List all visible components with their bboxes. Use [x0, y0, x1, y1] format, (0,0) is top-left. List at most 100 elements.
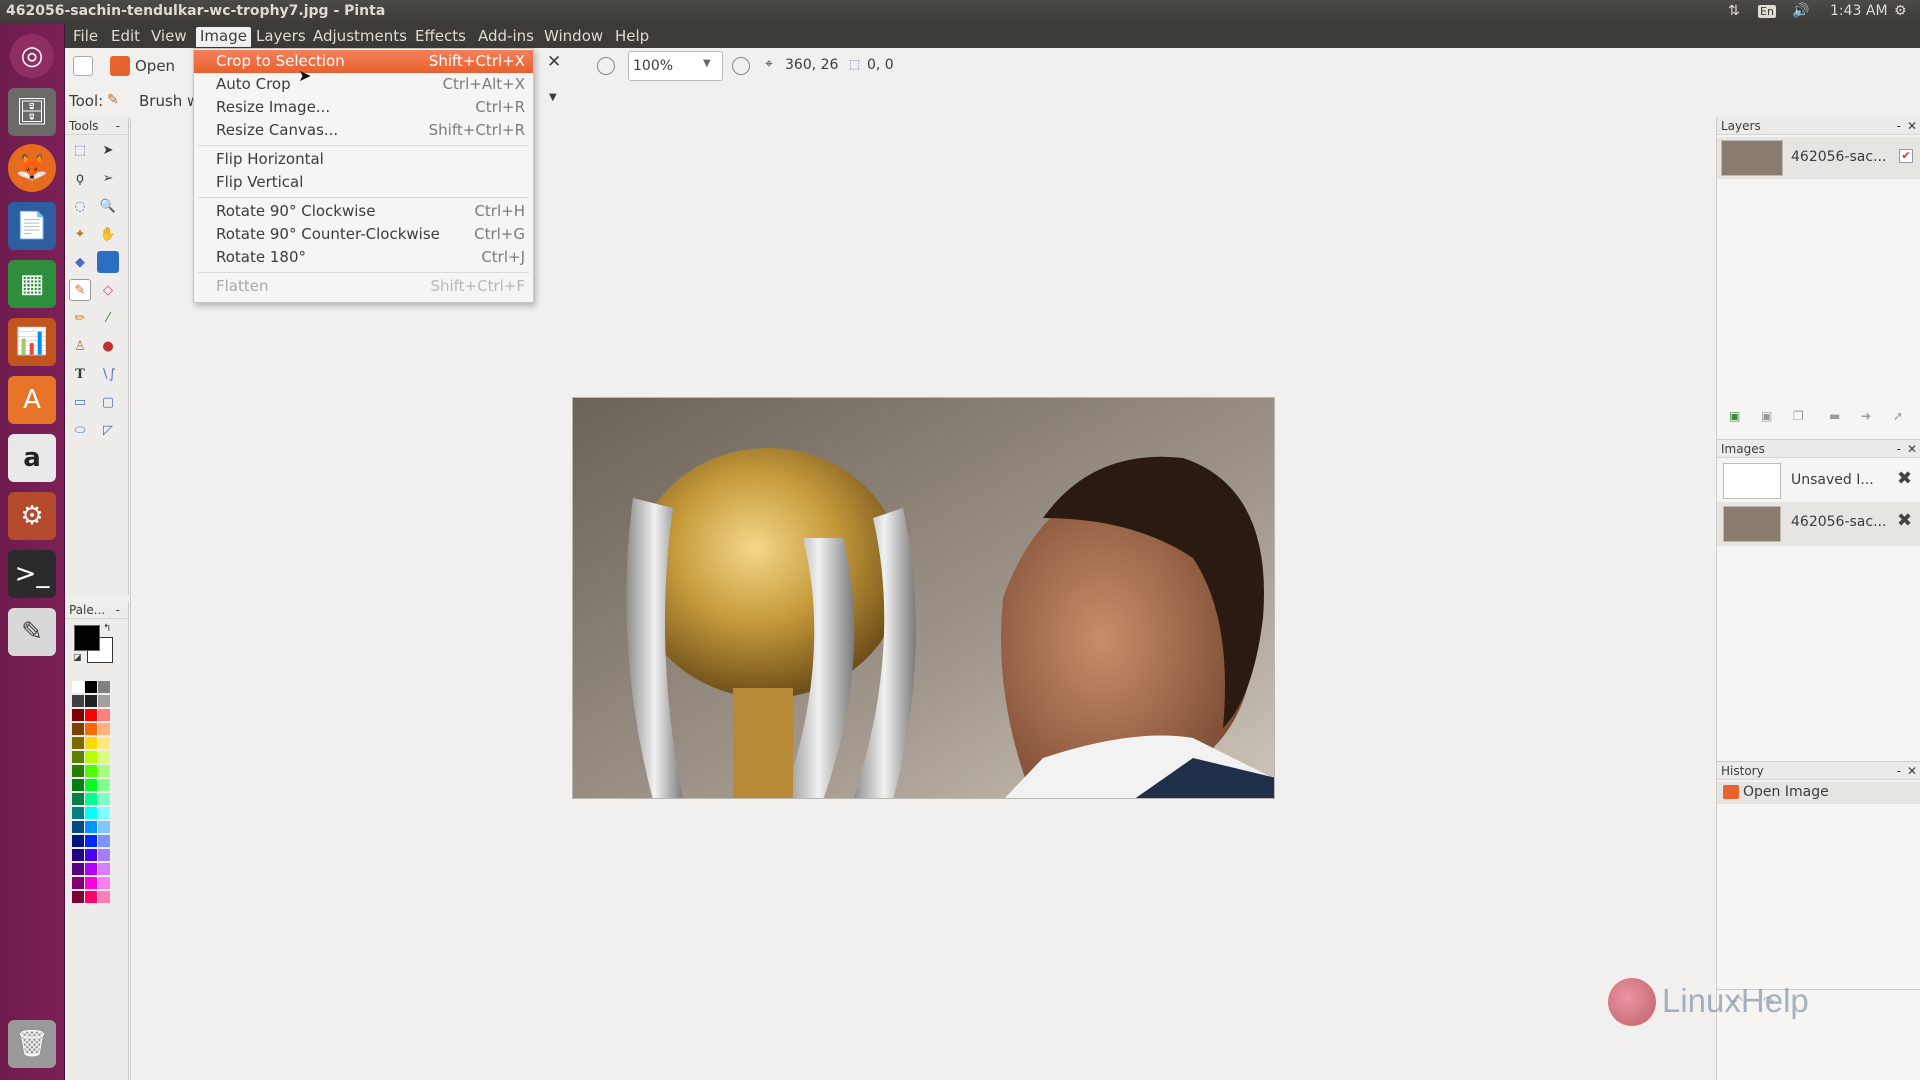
volume-icon[interactable]: 🔊 [1792, 3, 1809, 19]
palette-swatch[interactable] [98, 891, 110, 903]
color-picker-icon[interactable]: ⁄ [97, 307, 119, 329]
duplicate-layer-icon[interactable]: ❐ [1793, 409, 1804, 423]
paint-bucket-icon[interactable]: ◆ [69, 251, 91, 273]
palette-swatch[interactable] [85, 737, 97, 749]
palette-swatch[interactable] [85, 709, 97, 721]
palette-swatch[interactable] [72, 765, 84, 777]
open-icon[interactable] [110, 56, 130, 76]
lasso-select-icon[interactable]: ϙ [69, 167, 91, 189]
image-tab-row[interactable]: 462056-sac... ✖ [1717, 502, 1920, 546]
menu-view[interactable]: View [147, 27, 191, 47]
rectangle-icon[interactable]: ▭ [69, 391, 91, 413]
palette-swatch[interactable] [98, 765, 110, 777]
palette-swatch[interactable] [72, 835, 84, 847]
menu-layers[interactable]: Layers [252, 27, 310, 47]
ubuntu-dash-icon[interactable]: ◎ [10, 34, 54, 78]
new-image-icon[interactable] [73, 56, 93, 76]
line-curve-icon[interactable]: ∖∫ [97, 363, 119, 385]
panel-close-icon[interactable]: ✕ [1907, 440, 1917, 458]
palette-swatch[interactable] [85, 835, 97, 847]
panel-minimize-icon[interactable]: - [1897, 762, 1901, 780]
history-item[interactable]: Open Image [1717, 782, 1920, 804]
menu-item-flatten[interactable]: Flatten Shift+Ctrl+F [194, 275, 533, 298]
magic-wand-icon[interactable]: ✦ [69, 223, 91, 245]
network-icon[interactable]: ⇅ [1728, 3, 1740, 19]
palette-swatch[interactable] [85, 863, 97, 875]
close-image-icon[interactable]: ✖ [1897, 510, 1912, 531]
zoom-in-icon[interactable] [732, 57, 750, 75]
dock-minimize-icon[interactable]: - [116, 601, 120, 619]
deselect-icon[interactable]: ✕ [547, 52, 561, 72]
menu-item-crop-to-selection[interactable]: Crop to Selection Shift+Ctrl+X [194, 50, 533, 73]
menu-window[interactable]: Window [540, 27, 607, 47]
clock[interactable]: 1:43 AM [1830, 3, 1888, 19]
calc-icon[interactable]: ▦ [8, 260, 56, 308]
palette-swatch[interactable] [72, 821, 84, 833]
palette-swatch[interactable] [98, 807, 110, 819]
menu-item-rotate-180[interactable]: Rotate 180° Ctrl+J [194, 246, 533, 269]
palette-swatch[interactable] [85, 821, 97, 833]
delete-layer-icon[interactable]: ▣ [1761, 409, 1772, 423]
ellipse-select-icon[interactable]: ◌ [69, 195, 91, 217]
palette-swatch[interactable] [98, 695, 110, 707]
palette-swatch[interactable] [85, 723, 97, 735]
gradient-icon[interactable] [97, 251, 119, 273]
palette-swatch[interactable] [98, 863, 110, 875]
palette-swatch[interactable] [85, 877, 97, 889]
palette-swatch[interactable] [72, 891, 84, 903]
panel-minimize-icon[interactable]: - [1897, 117, 1901, 135]
layer-visibility-checkbox[interactable]: ✔ [1899, 149, 1913, 163]
zoom-combo[interactable]: 100% ▼ [628, 51, 723, 81]
palette-swatch[interactable] [72, 723, 84, 735]
open-button-label[interactable]: Open [135, 57, 175, 75]
palette-swatch[interactable] [72, 807, 84, 819]
zoom-value[interactable]: 100% [633, 58, 673, 74]
palette-swatch[interactable] [85, 695, 97, 707]
amazon-icon[interactable]: a [8, 434, 56, 482]
freeform-shape-icon[interactable]: ◸ [97, 419, 119, 441]
trash-icon[interactable]: 🗑 [8, 1020, 56, 1068]
menu-item-resize-image[interactable]: Resize Image... Ctrl+R [194, 96, 533, 119]
rounded-rectangle-icon[interactable]: ▢ [97, 391, 119, 413]
palette-swatch[interactable] [72, 737, 84, 749]
palette-swatch[interactable] [85, 779, 97, 791]
palette-swatch[interactable] [72, 779, 84, 791]
merge-layer-icon[interactable]: ▬ [1829, 409, 1840, 423]
zoom-tool-icon[interactable]: 🔍 [97, 195, 119, 217]
chevron-down-icon[interactable]: ▼ [703, 58, 711, 69]
palette-swatch[interactable] [72, 709, 84, 721]
system-settings-icon[interactable]: ⚙ [8, 492, 56, 540]
paintbrush-icon[interactable]: ✎ [69, 279, 91, 301]
palette-swatch[interactable] [72, 863, 84, 875]
firefox-icon[interactable]: 🦊 [8, 144, 56, 192]
palette-swatch[interactable] [98, 681, 110, 693]
menu-item-rotate-90-ccw[interactable]: Rotate 90° Counter-Clockwise Ctrl+G [194, 223, 533, 246]
palette-swatch[interactable] [98, 779, 110, 791]
palette-swatch[interactable] [85, 765, 97, 777]
panel-close-icon[interactable]: ✕ [1907, 762, 1917, 780]
palette-swatch[interactable] [72, 877, 84, 889]
palette-swatch[interactable] [85, 807, 97, 819]
palette-swatch[interactable] [72, 793, 84, 805]
recolor-icon[interactable]: ● [97, 335, 119, 357]
software-center-icon[interactable]: A [8, 376, 56, 424]
add-layer-icon[interactable]: ▣ [1729, 409, 1740, 423]
dock-minimize-icon[interactable]: - [116, 117, 120, 135]
palette-swatch[interactable] [98, 709, 110, 721]
image-tab-row[interactable]: Unsaved I... ✖ [1717, 460, 1920, 502]
palette-swatch[interactable] [98, 849, 110, 861]
layer-properties-icon[interactable]: ➚ [1893, 409, 1903, 423]
menu-help[interactable]: Help [611, 27, 653, 47]
pan-icon[interactable]: ✋ [97, 223, 119, 245]
palette-swatch[interactable] [72, 849, 84, 861]
palette-swatch[interactable] [98, 877, 110, 889]
palette-swatch[interactable] [85, 681, 97, 693]
move-selected-icon[interactable]: ➤ [97, 139, 119, 161]
impress-icon[interactable]: 📊 [8, 318, 56, 366]
move-selection-icon[interactable]: ➢ [97, 167, 119, 189]
panel-minimize-icon[interactable]: - [1897, 440, 1901, 458]
menu-adjustments[interactable]: Adjustments [309, 27, 411, 47]
palette-swatch[interactable] [85, 751, 97, 763]
layer-row[interactable]: 462056-sac... ✔ [1717, 137, 1920, 179]
menu-item-resize-canvas[interactable]: Resize Canvas... Shift+Ctrl+R [194, 119, 533, 142]
